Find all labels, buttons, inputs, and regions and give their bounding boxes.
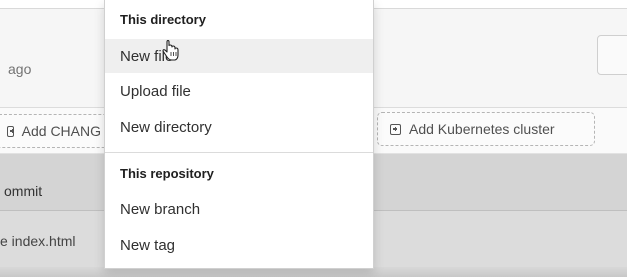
this-directory-header: This directory — [120, 12, 206, 27]
plus-box-icon — [390, 123, 401, 135]
add-kubernetes-label: Add Kubernetes cluster — [409, 121, 555, 137]
commit-time-text: ago — [8, 61, 32, 77]
clone-button[interactable] — [597, 35, 627, 75]
new-branch-menu-item[interactable]: New branch — [105, 192, 373, 226]
add-changelog-button[interactable]: Add CHANG — [0, 114, 114, 148]
file-commit-message: e index.html — [0, 233, 76, 249]
upload-file-menu-item[interactable]: Upload file — [105, 74, 373, 108]
menu-divider — [105, 152, 373, 153]
new-directory-menu-item[interactable]: New directory — [105, 110, 373, 144]
new-file-menu-item[interactable]: New file — [105, 39, 373, 73]
hand-cursor-icon — [162, 40, 179, 61]
commit-label: ommit — [4, 183, 43, 199]
new-tag-menu-item[interactable]: New tag — [105, 228, 373, 262]
this-repository-header: This repository — [120, 166, 214, 181]
plus-box-icon — [7, 125, 14, 137]
add-changelog-label: Add CHANG — [21, 123, 101, 139]
new-item-dropdown: This directory New file Upload file New … — [104, 0, 374, 269]
add-kubernetes-cluster-button[interactable]: Add Kubernetes cluster — [377, 112, 595, 146]
